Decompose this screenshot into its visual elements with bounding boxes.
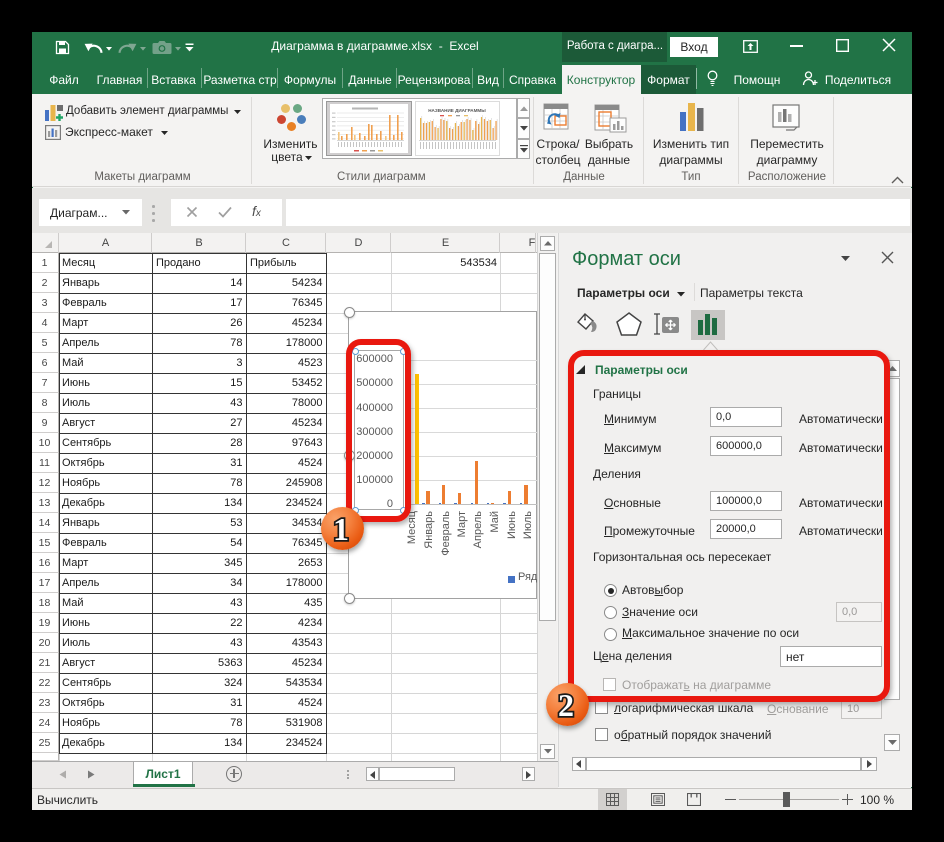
- svg-text:2: 2: [558, 687, 574, 723]
- svg-text:НАЗВАНИЕ ДИАГРАММЫ: НАЗВАНИЕ ДИАГРАММЫ: [428, 108, 486, 113]
- svg-text:1: 1: [333, 511, 349, 547]
